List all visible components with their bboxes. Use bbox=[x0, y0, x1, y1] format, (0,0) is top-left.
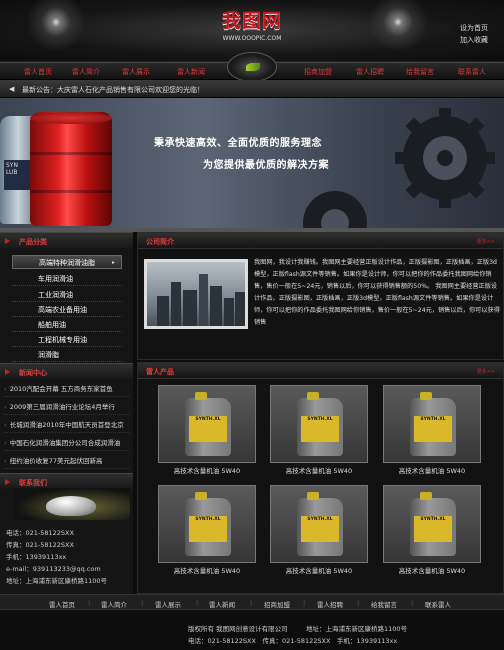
arrow-icon bbox=[5, 479, 10, 485]
footer-nav-item[interactable]: 给我留言 bbox=[371, 599, 397, 609]
nav-item-franchise[interactable]: 招商加盟 bbox=[304, 67, 332, 77]
mouse-image bbox=[46, 496, 96, 516]
nav-item-contact[interactable]: 联系雷人 bbox=[458, 67, 486, 77]
nav-item-news[interactable]: 雷人新闻 bbox=[177, 67, 205, 77]
news-item[interactable]: › 纽约油价收复77美元起伏回新高 bbox=[4, 453, 130, 469]
nav-item-home[interactable]: 雷人首页 bbox=[24, 67, 52, 77]
sidebar-header-contact: 联系我们 bbox=[0, 473, 133, 489]
site-logo[interactable]: 我图网 WWW.OOOPIC.COM bbox=[210, 10, 294, 50]
nav-item-jobs[interactable]: 雷人招聘 bbox=[356, 67, 384, 77]
contact-fax: 传真：021-58122SXX bbox=[6, 541, 74, 549]
leaf-icon bbox=[246, 63, 260, 71]
right-spotlight bbox=[368, 0, 428, 52]
left-spotlight bbox=[26, 0, 86, 52]
arrow-icon bbox=[5, 369, 10, 375]
news-item[interactable]: › 中国石化润滑油集团分公司合成润滑油 bbox=[4, 435, 130, 451]
product-card[interactable]: SYNTH.XL 高技术含量机油 5W40 bbox=[270, 385, 368, 478]
chevron-right-icon: ▸ bbox=[112, 259, 116, 266]
category-item[interactable]: 车用润滑油 bbox=[12, 272, 122, 286]
product-caption[interactable]: 高技术含量机油 5W40 bbox=[270, 465, 368, 475]
footer-copyright: 版权所有 我图网创意设计有限公司 bbox=[188, 625, 288, 633]
sidebar-header-categories: 产品分类 bbox=[0, 232, 133, 248]
products-panel: 雷人产品 更多>> SYNTH.XL 高技术含量机油 5W40 SYNTH.XL… bbox=[137, 362, 504, 594]
banner-slogan-line1: 秉承快速高效、全面优质的服务理念 bbox=[154, 138, 322, 149]
footer-nav-item[interactable]: 联系雷人 bbox=[425, 599, 451, 609]
news-item[interactable]: › 2010汽配会开幕 五方商务东家首鱼 bbox=[4, 381, 130, 397]
contact-address: 地址：上海浦东新区康桥路1100号 bbox=[6, 577, 108, 585]
notice-bar: ◀ 最新公告：大庆雷人石化产品销售有限公司欢迎您的光临！ bbox=[0, 80, 504, 98]
product-card[interactable]: SYNTH.XL 高技术含量机油 5W40 bbox=[158, 485, 256, 578]
notice-text: 最新公告：大庆雷人石化产品销售有限公司欢迎您的光临！ bbox=[22, 86, 204, 94]
product-caption[interactable]: 高技术含量机油 5W40 bbox=[383, 465, 481, 475]
oil-jug-image: SYNTH.XL bbox=[185, 492, 231, 556]
footer-nav: 雷人首页 | 雷人简介 | 雷人展示 | 雷人新闻 | 招商加盟 | 雷人招聘 | 给我留言… bbox=[0, 594, 504, 610]
product-caption[interactable]: 高技术含量机油 5W40 bbox=[158, 565, 256, 575]
category-item[interactable]: 工程机械专用油 bbox=[12, 333, 122, 347]
contact-mobile: 手机：13939113xx bbox=[6, 553, 67, 561]
arrow-icon bbox=[5, 238, 10, 244]
products-header: 雷人产品 更多>> bbox=[138, 363, 503, 379]
products-more-link[interactable]: 更多>> bbox=[477, 368, 495, 375]
add-favorite-link[interactable]: 加入收藏 bbox=[460, 34, 488, 46]
about-more-link[interactable]: 更多>> bbox=[477, 238, 495, 245]
about-title: 公司简介 bbox=[146, 238, 174, 246]
product-card[interactable]: SYNTH.XL 高技术含量机油 5W40 bbox=[383, 485, 481, 578]
nav-center-emblem bbox=[227, 52, 277, 82]
logo-text: 我图网 bbox=[221, 10, 282, 32]
gears-image bbox=[303, 108, 495, 228]
product-caption[interactable]: 高技术含量机油 5W40 bbox=[270, 565, 368, 575]
category-item[interactable]: 工业润滑油 bbox=[12, 288, 122, 302]
footer-nav-item[interactable]: 雷人首页 bbox=[49, 599, 75, 609]
oil-jug-image: SYNTH.XL bbox=[297, 392, 343, 456]
contact-phone: 电话：021-58122SXX bbox=[6, 529, 74, 537]
categories-title: 产品分类 bbox=[19, 238, 47, 246]
about-text: 我图网，我设计我赚钱。我图网主要经营正版设计作品，正版摄影图，正版插画，正版3d… bbox=[254, 259, 500, 326]
products-title: 雷人产品 bbox=[146, 368, 174, 376]
footer-address: 地址：上海浦东新区康桥路1100号 bbox=[306, 625, 408, 633]
oil-jug-image: SYNTH.XL bbox=[410, 492, 456, 556]
category-item[interactable]: 润滑脂 bbox=[12, 348, 122, 362]
contact-title: 联系我们 bbox=[19, 479, 47, 487]
speaker-icon: ◀ bbox=[9, 85, 15, 93]
product-caption[interactable]: 高技术含量机油 5W40 bbox=[383, 565, 481, 575]
oil-jug-image: SYNTH.XL bbox=[185, 392, 231, 456]
banner-slogan-line2: 为您提供最优质的解决方案 bbox=[203, 160, 329, 171]
footer-nav-item[interactable]: 招商加盟 bbox=[264, 599, 290, 609]
about-panel: 公司简介 更多>> 我图网，我设计我赚钱。我图网主要经营正版设计作品，正版摄影图… bbox=[137, 232, 504, 360]
city-photo bbox=[144, 259, 248, 329]
oil-jug-image: SYNTH.XL bbox=[410, 392, 456, 456]
nav-item-showcase[interactable]: 雷人展示 bbox=[122, 67, 150, 77]
footer-nav-item[interactable]: 雷人招聘 bbox=[317, 599, 343, 609]
nav-item-about[interactable]: 雷人简介 bbox=[72, 67, 100, 77]
logo-url: WWW.OOOPIC.COM bbox=[222, 35, 282, 42]
about-header: 公司简介 更多>> bbox=[138, 233, 503, 249]
top-links: 设为首页 加入收藏 bbox=[460, 22, 488, 46]
category-item[interactable]: 高端农业备用油 bbox=[12, 303, 122, 317]
product-caption[interactable]: 高技术含量机油 5W40 bbox=[158, 465, 256, 475]
news-title: 新闻中心 bbox=[19, 369, 47, 377]
product-card[interactable]: SYNTH.XL 高技术含量机油 5W40 bbox=[158, 385, 256, 478]
footer-nav-item[interactable]: 雷人新闻 bbox=[209, 599, 235, 609]
footer: 版权所有 我图网创意设计有限公司 地址：上海浦东新区康桥路1100号 电话：02… bbox=[0, 610, 504, 650]
footer-nav-item[interactable]: 雷人展示 bbox=[155, 599, 181, 609]
oil-jug-image: SYNTH.XL bbox=[297, 492, 343, 556]
set-homepage-link[interactable]: 设为首页 bbox=[460, 22, 488, 34]
category-item[interactable]: 船舶用油 bbox=[12, 318, 122, 332]
footer-contact: 电话：021-58122SXX 传真：021-58122SXX 手机：13939… bbox=[188, 637, 398, 645]
news-item[interactable]: › 长城润滑油2010年中国航天员首登北京 bbox=[4, 417, 130, 433]
product-card[interactable]: SYNTH.XL 高技术含量机油 5W40 bbox=[383, 385, 481, 478]
contact-email[interactable]: e-mail：939113233@qq.com bbox=[6, 563, 101, 573]
news-item[interactable]: › 2009第三届润滑油行业论坛4月举行 bbox=[4, 399, 130, 415]
sidebar-header-news: 新闻中心 bbox=[0, 363, 133, 379]
footer-nav-item[interactable]: 雷人简介 bbox=[101, 599, 127, 609]
category-item[interactable]: 高端特种润滑油脂 bbox=[12, 255, 122, 269]
nav-item-message[interactable]: 给我留言 bbox=[406, 67, 434, 77]
hero-banner: SYN LUB 秉承快速高效、全面优质的服务理念 为您提供最优质的解决方案 bbox=[0, 98, 504, 228]
product-card[interactable]: SYNTH.XL 高技术含量机油 5W40 bbox=[270, 485, 368, 578]
red-drum-image bbox=[30, 112, 112, 226]
